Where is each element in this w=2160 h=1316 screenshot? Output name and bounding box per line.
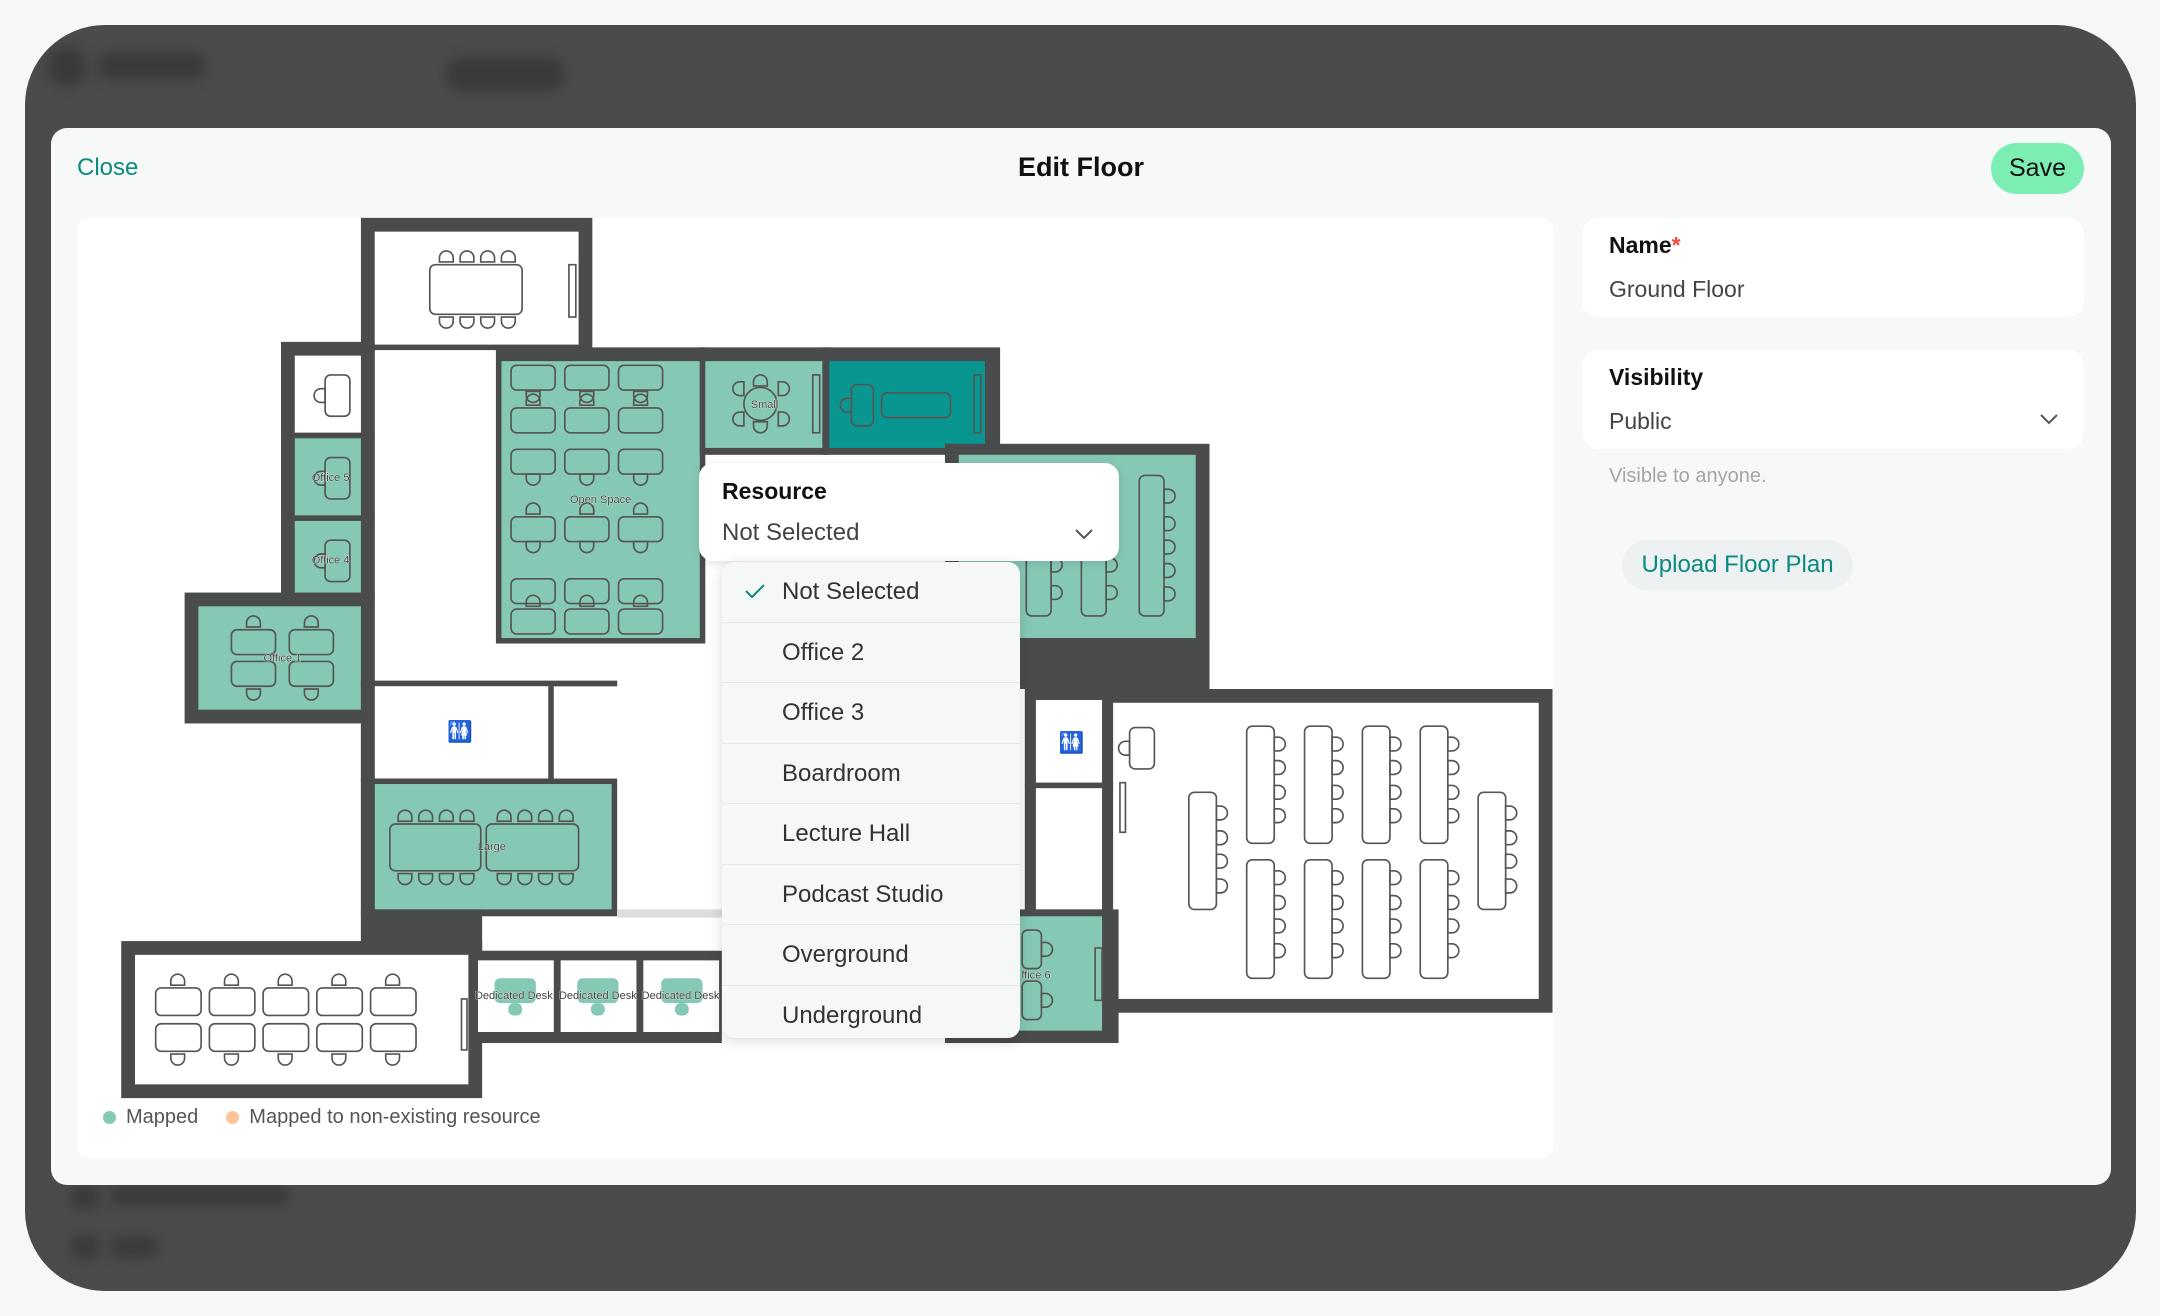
menu-item-overground[interactable]: Overground — [722, 925, 1020, 986]
room-boardroom-top[interactable] — [374, 231, 579, 345]
wall — [1195, 640, 1210, 689]
wall — [360, 909, 483, 951]
room-label-office-4: Office 4 — [312, 555, 350, 567]
restroom-icon: 🚻 — [447, 720, 473, 744]
room-selected[interactable] — [829, 361, 985, 448]
menu-item-boardroom[interactable]: Boardroom — [722, 744, 1020, 804]
room-label-small: Small — [751, 399, 779, 411]
chevron-down-icon[interactable] — [1073, 523, 1095, 545]
room-label-large: Large — [478, 841, 506, 853]
chair — [675, 1003, 689, 1016]
menu-item-not-selected[interactable]: Not Selected — [722, 562, 1020, 623]
check-icon — [745, 584, 765, 599]
menu-item-office-2[interactable]: Office 2 — [722, 623, 1020, 683]
menu-item-office-3[interactable]: Office 3 — [722, 683, 1020, 744]
resource-value: Not Selected — [722, 519, 860, 546]
room-label-office-5: Office 5 — [312, 472, 350, 484]
room-label-dedicated-desk: Dedicated Desk — [642, 990, 720, 1002]
room-label-office-1: Office 1 — [264, 652, 302, 664]
room-label-dedicated-desk: Dedicated Desk — [559, 990, 637, 1002]
resource-select[interactable]: Resource Not Selected — [699, 463, 1119, 561]
wall-opening — [617, 909, 722, 918]
room-label-office-6: ffice 6 — [1021, 969, 1050, 981]
resource-label: Resource — [722, 478, 827, 504]
menu-item-lecture-hall[interactable]: Lecture Hall — [722, 804, 1020, 865]
room-small-right[interactable] — [1035, 788, 1103, 910]
wall — [360, 347, 375, 951]
room-label-dedicated-desk: Dedicated Desk — [475, 990, 553, 1002]
chair — [590, 1003, 605, 1016]
menu-item-podcast-studio[interactable]: Podcast Studio — [722, 865, 1020, 925]
restroom-icon: 🚻 — [1059, 731, 1085, 755]
chair — [508, 1003, 523, 1016]
room-training[interactable] — [135, 954, 469, 1085]
menu-item-underground[interactable]: Underground — [722, 986, 1020, 1039]
resource-dropdown-menu: Not Selected Office 2 Office 3 Boardroom… — [722, 562, 1020, 1038]
room-lecture[interactable] — [1113, 702, 1539, 999]
floor-plan: 🚻 🚻 Office 5 Office 4 Office 1 Open Space… — [121, 217, 1553, 1099]
room-unmapped-office[interactable] — [294, 355, 367, 433]
room-label-open-space: Open Space — [570, 494, 631, 506]
wall — [360, 680, 618, 687]
